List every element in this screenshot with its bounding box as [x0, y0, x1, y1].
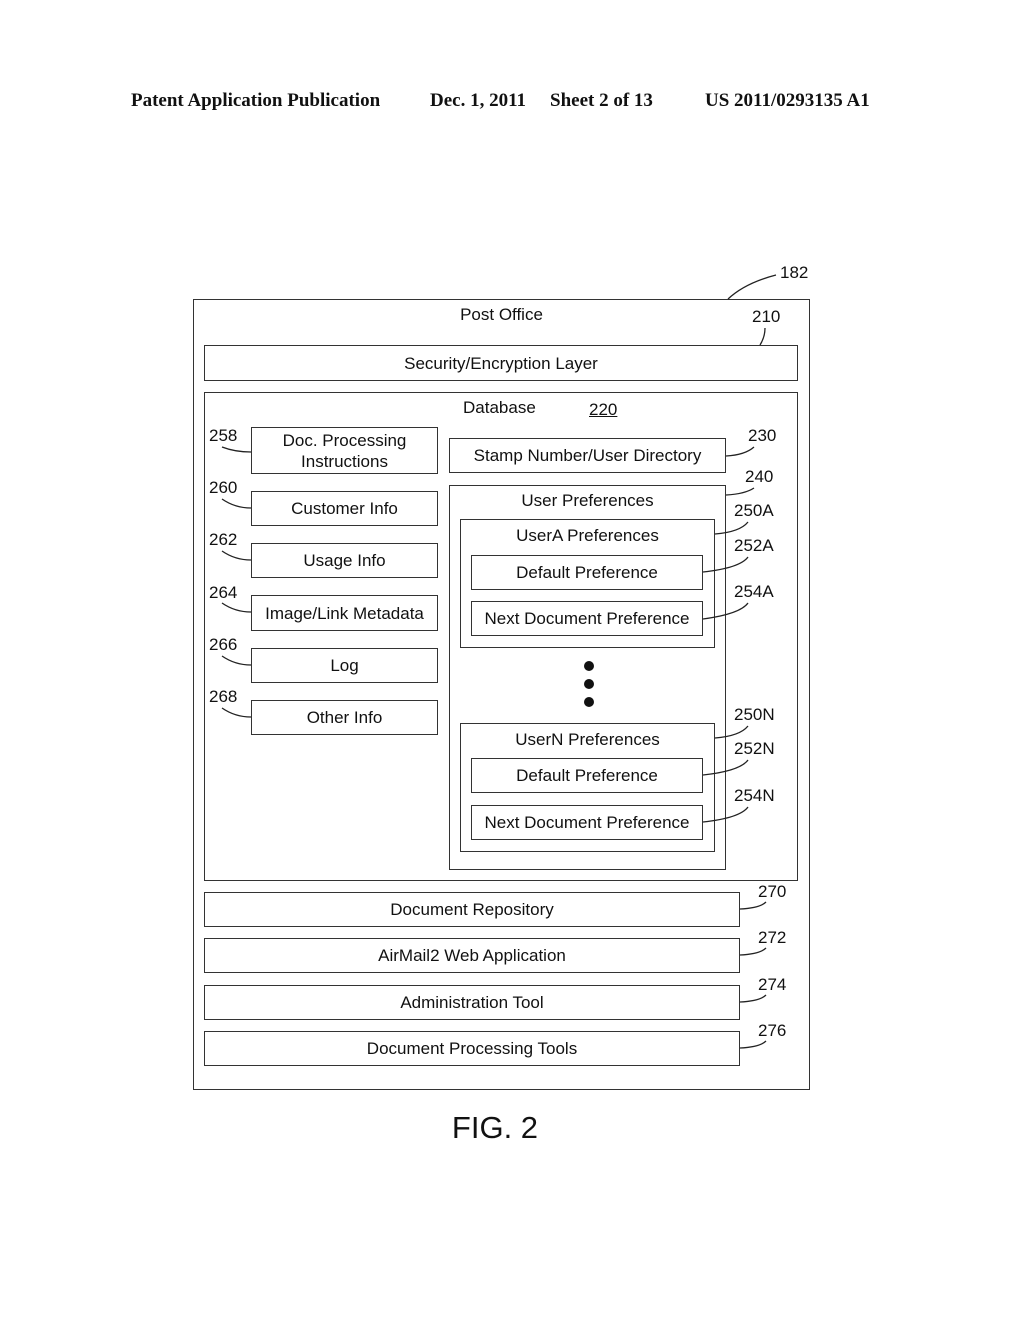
ref-264: 264 — [209, 583, 238, 602]
ref-276: 276 — [758, 1021, 787, 1040]
usage-info-label: Usage Info — [303, 551, 386, 570]
ref-268: 268 — [209, 687, 238, 706]
ref-250a: 250A — [734, 501, 774, 520]
ref-182: 182 — [780, 263, 809, 282]
user-n-preferences-title: UserN Preferences — [515, 730, 660, 749]
user-preferences-title: User Preferences — [521, 491, 654, 510]
publication-date: Dec. 1, 2011 — [430, 90, 527, 111]
document-repository-box: Document Repository — [204, 892, 740, 927]
airmail2-web-application-label: AirMail2 Web Application — [378, 946, 566, 965]
ref-230: 230 — [748, 426, 777, 445]
ref-274: 274 — [758, 975, 787, 994]
doc-processing-instructions-label: Doc. Processing Instructions — [282, 430, 407, 471]
document-repository-label: Document Repository — [390, 900, 554, 919]
patent-number: US 2011/0293135 A1 — [705, 90, 870, 111]
publication-type: Patent Application Publication — [131, 90, 381, 111]
ref-254a: 254A — [734, 582, 774, 601]
stamp-user-directory-box: Stamp Number/User Directory — [449, 438, 726, 473]
airmail2-web-application-box: AirMail2 Web Application — [204, 938, 740, 973]
usage-info-box: Usage Info — [251, 543, 438, 578]
administration-tool-box: Administration Tool — [204, 985, 740, 1020]
ref-258: 258 — [209, 426, 238, 445]
ref-262: 262 — [209, 530, 238, 549]
log-box: Log — [251, 648, 438, 683]
ref-220: 220 — [589, 400, 618, 419]
log-label: Log — [330, 656, 359, 675]
ref-252a: 252A — [734, 536, 774, 555]
ref-270: 270 — [758, 882, 787, 901]
user-n-next-document-preference-box: Next Document Preference — [471, 805, 703, 840]
user-n-default-preference-box: Default Preference — [471, 758, 703, 793]
ref-266: 266 — [209, 635, 238, 654]
leader-182 — [727, 274, 777, 300]
post-office-title: Post Office — [460, 305, 543, 324]
customer-info-label: Customer Info — [291, 499, 398, 518]
user-n-next-document-preference-label: Next Document Preference — [484, 813, 690, 832]
stamp-user-directory-label: Stamp Number/User Directory — [473, 446, 702, 465]
customer-info-box: Customer Info — [251, 491, 438, 526]
ref-272: 272 — [758, 928, 787, 947]
ref-252n: 252N — [734, 739, 775, 758]
security-layer-box: Security/Encryption Layer — [204, 345, 798, 381]
document-processing-tools-box: Document Processing Tools — [204, 1031, 740, 1066]
ellipsis-dot — [584, 661, 594, 671]
ref-240: 240 — [745, 467, 774, 486]
security-layer-label: Security/Encryption Layer — [404, 353, 598, 373]
user-a-default-preference-box: Default Preference — [471, 555, 703, 590]
user-a-preferences-title: UserA Preferences — [516, 526, 659, 545]
ref-260: 260 — [209, 478, 238, 497]
image-link-metadata-label: Image/Link Metadata — [265, 603, 424, 623]
ref-250n: 250N — [734, 705, 775, 724]
user-a-next-document-preference-box: Next Document Preference — [471, 601, 703, 636]
database-title: Database — [463, 398, 536, 417]
image-link-metadata-box: Image/Link Metadata — [251, 595, 438, 631]
other-info-label: Other Info — [306, 708, 383, 727]
other-info-box: Other Info — [251, 700, 438, 735]
ellipsis-dot — [584, 697, 594, 707]
figure-label: FIG. 2 — [451, 1110, 539, 1145]
ellipsis-dot — [584, 679, 594, 689]
doc-processing-instructions-box: Doc. Processing Instructions — [251, 427, 438, 474]
user-a-next-document-preference-label: Next Document Preference — [484, 609, 690, 628]
sheet-number: Sheet 2 of 13 — [550, 90, 653, 111]
user-n-default-preference-label: Default Preference — [516, 766, 658, 785]
ref-210: 210 — [752, 307, 781, 326]
ref-254n: 254N — [734, 786, 775, 805]
document-processing-tools-label: Document Processing Tools — [366, 1039, 578, 1058]
user-a-default-preference-label: Default Preference — [516, 563, 658, 582]
administration-tool-label: Administration Tool — [400, 993, 544, 1012]
